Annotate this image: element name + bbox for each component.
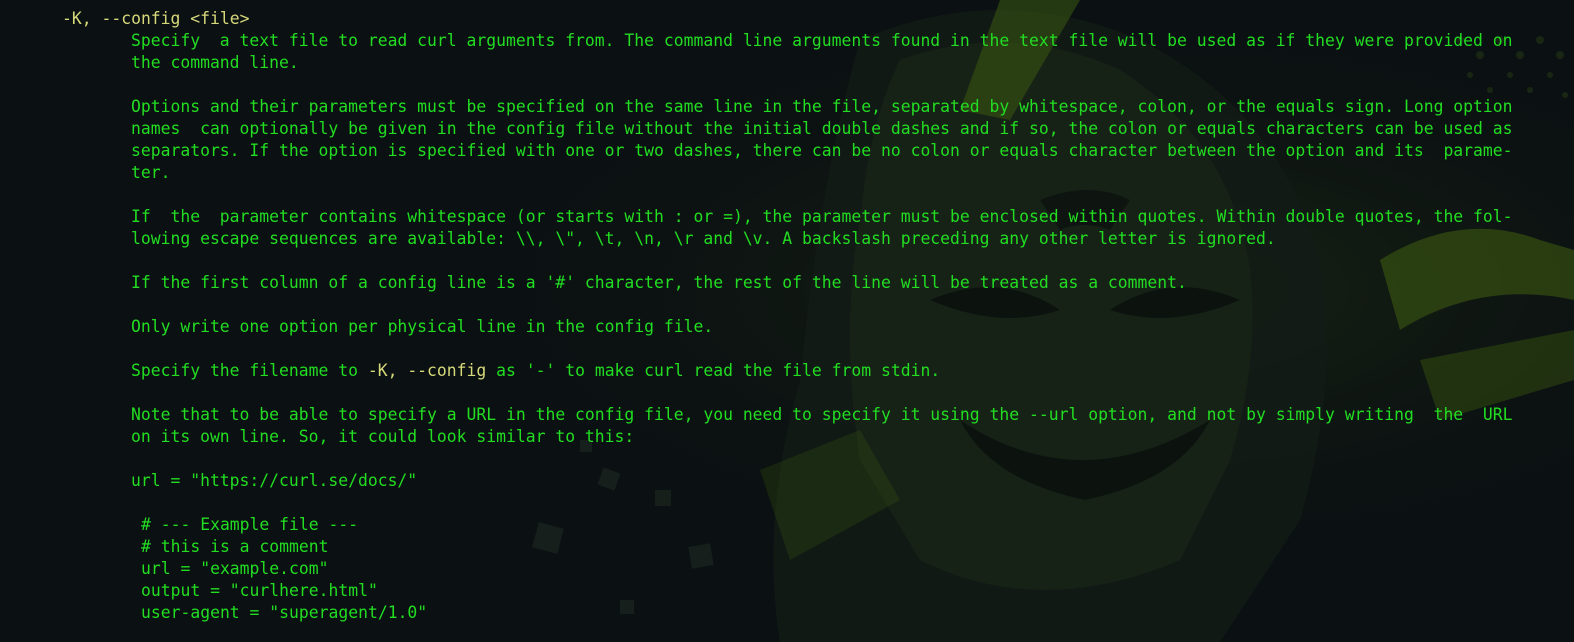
text-line: Specify a text file to read curl argumen… — [131, 31, 1513, 50]
code-line: # --- Example file --- — [141, 515, 359, 534]
text-line: Options and their parameters must be spe… — [131, 97, 1513, 116]
text-line: If the first column of a config line is … — [131, 273, 1187, 292]
code-line: # this is a comment — [141, 537, 329, 556]
code-line: url = "https://curl.se/docs/" — [131, 471, 418, 490]
text-segment: Specify the filename to — [131, 361, 358, 380]
option-heading: -K, --config <file> — [62, 9, 250, 28]
text-line: names can optionally be given in the con… — [131, 119, 1513, 138]
text-line: the command line. — [131, 53, 299, 72]
text-line: ter. — [131, 163, 171, 182]
text-line: separators. If the option is specified w… — [131, 141, 1513, 160]
option-reference: -K, --config — [367, 361, 487, 380]
code-line: url = "example.com" — [141, 559, 329, 578]
text-line: Specify the filename to -K, --config as … — [131, 360, 940, 382]
text-line: Note that to be able to specify a URL in… — [131, 405, 1513, 424]
code-line: output = "curlhere.html" — [141, 581, 378, 600]
text-line: lowing escape sequences are available: \… — [131, 229, 1276, 248]
terminal-window[interactable]: -K, --config <file> Specify a text file … — [0, 0, 1574, 642]
text-line: Only write one option per physical line … — [131, 317, 714, 336]
code-line: user-agent = "superagent/1.0" — [141, 603, 428, 622]
text-line: If the parameter contains whitespace (or… — [131, 207, 1513, 226]
text-line: on its own line. So, it could look simil… — [131, 427, 635, 446]
text-segment: as '-' to make curl read the file from s… — [496, 361, 941, 380]
